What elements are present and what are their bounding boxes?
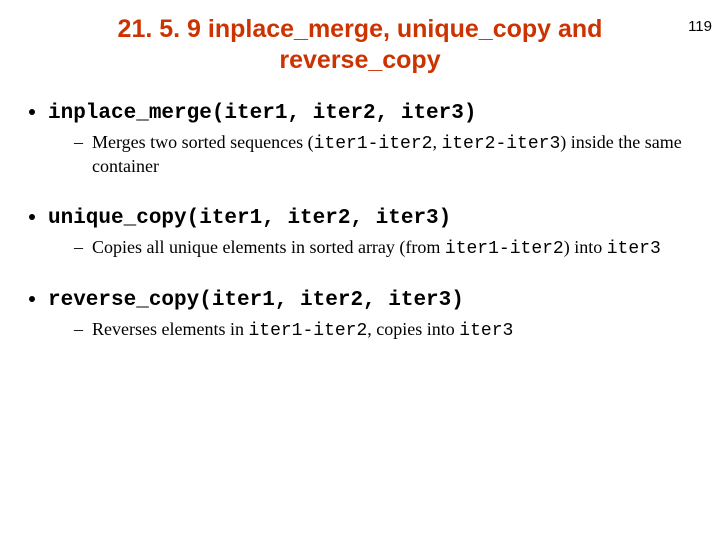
slide-title: 21. 5. 9 inplace_merge, unique_copy and … bbox=[80, 14, 640, 77]
sub-text: Copies all unique elements in sorted arr… bbox=[92, 237, 445, 257]
sub-list: Merges two sorted sequences (iter1-iter2… bbox=[48, 131, 696, 178]
code-span: iter1-iter2 bbox=[314, 134, 433, 154]
sub-text: Merges two sorted sequences ( bbox=[92, 132, 314, 152]
sub-text: Reverses elements in bbox=[92, 319, 248, 339]
page-number: 119 bbox=[688, 18, 712, 35]
list-item: reverse_copy(iter1, iter2, iter3) Revers… bbox=[48, 286, 696, 343]
function-signature: reverse_copy(iter1, iter2, iter3) bbox=[48, 289, 464, 312]
code-span: iter1-iter2 bbox=[445, 239, 564, 259]
code-span: iter2-iter3 bbox=[441, 134, 560, 154]
sub-list-item: Copies all unique elements in sorted arr… bbox=[74, 236, 696, 261]
code-span: iter3 bbox=[607, 239, 661, 259]
sub-list: Copies all unique elements in sorted arr… bbox=[48, 236, 696, 261]
code-span: iter1-iter2 bbox=[248, 321, 367, 341]
bullet-list: inplace_merge(iter1, iter2, iter3) Merge… bbox=[48, 99, 720, 343]
list-item: unique_copy(iter1, iter2, iter3) Copies … bbox=[48, 204, 696, 261]
list-item: inplace_merge(iter1, iter2, iter3) Merge… bbox=[48, 99, 696, 178]
code-span: iter3 bbox=[459, 321, 513, 341]
sub-list-item: Merges two sorted sequences (iter1-iter2… bbox=[74, 131, 696, 178]
function-signature: inplace_merge(iter1, iter2, iter3) bbox=[48, 102, 476, 125]
sub-list: Reverses elements in iter1-iter2, copies… bbox=[48, 318, 696, 343]
sub-text: ) into bbox=[564, 237, 607, 257]
sub-text: , copies into bbox=[367, 319, 459, 339]
sub-list-item: Reverses elements in iter1-iter2, copies… bbox=[74, 318, 696, 343]
function-signature: unique_copy(iter1, iter2, iter3) bbox=[48, 207, 451, 230]
